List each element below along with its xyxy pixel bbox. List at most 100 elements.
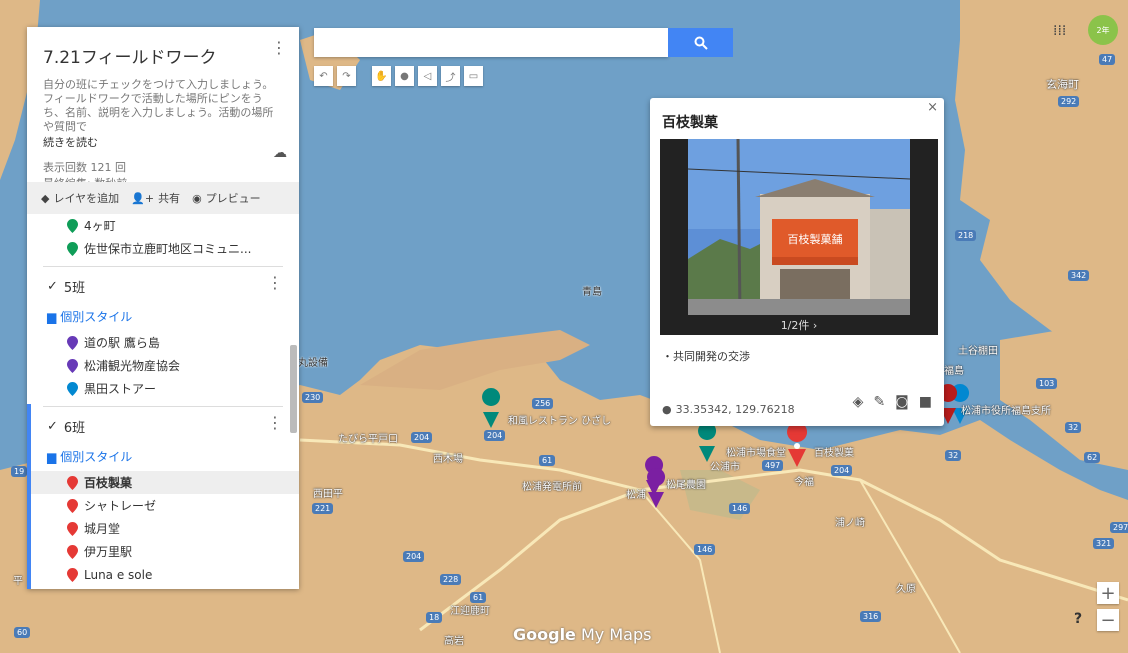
map-label: 公浦市 <box>710 462 740 473</box>
pin-icon <box>67 521 78 536</box>
list-item-selected[interactable]: 百枝製菓 <box>27 471 299 494</box>
route-shield: 256 <box>532 398 554 409</box>
layer-name: 6班 <box>63 421 86 436</box>
list-item[interactable]: 城月堂 <box>27 517 299 540</box>
route-shield: 146 <box>729 503 751 514</box>
route-shield: 297 <box>1110 522 1128 533</box>
map-title[interactable]: 7.21フィールドワーク <box>43 43 283 68</box>
more-options-icon[interactable]: ⋮ <box>271 40 287 56</box>
photo-pager[interactable]: 1/2件 › <box>660 317 938 333</box>
redo-icon[interactable]: ↷ <box>337 66 356 86</box>
map-label: 松尾農園 <box>666 480 706 491</box>
route-shield: 60 <box>14 627 31 638</box>
route-shield: 18 <box>426 612 443 623</box>
map-label: 西田平 <box>313 489 343 500</box>
layer-options-icon[interactable]: ⋮ <box>267 415 283 431</box>
delete-icon[interactable]: ■ <box>919 394 932 410</box>
draw-line-icon[interactable]: ◁ <box>418 66 437 86</box>
route-shield: 32 <box>945 450 962 461</box>
checkbox-checked-icon[interactable]: ✓ <box>47 279 58 294</box>
route-shield: 19 <box>11 466 28 477</box>
route-shield: 497 <box>762 460 784 471</box>
pin-icon <box>67 218 78 233</box>
svg-text:百枝製菓舗: 百枝製菓舗 <box>788 232 843 246</box>
route-shield: 228 <box>440 574 462 585</box>
route-shield: 342 <box>1068 270 1090 281</box>
paint-roller-icon: ▆ <box>47 309 57 324</box>
add-marker-icon[interactable]: ● <box>395 66 414 86</box>
map-label: たびら平戸口 <box>338 434 398 445</box>
list-item[interactable]: 4ヶ町 <box>27 214 299 237</box>
pin-icon <box>67 241 78 256</box>
map-label: 高岩 <box>444 636 464 647</box>
view-count: 表示回数 121 回 <box>43 161 126 174</box>
layer-options-icon[interactable]: ⋮ <box>267 275 283 291</box>
read-more-link[interactable]: 続きを読む <box>43 134 283 150</box>
route-shield: 61 <box>539 455 556 466</box>
undo-icon[interactable]: ↶ <box>314 66 333 86</box>
zoom-in-button[interactable]: + <box>1097 582 1119 604</box>
route-shield: 316 <box>860 611 882 622</box>
checkbox-checked-icon[interactable]: ✓ <box>47 419 58 434</box>
share-button[interactable]: 👤+ 共有 <box>131 190 180 206</box>
map-label: 松浦 <box>626 490 646 501</box>
map-label: 福島 <box>944 366 964 377</box>
individual-style-link[interactable]: ▆ 個別スタイル <box>47 308 299 325</box>
route-shield: 230 <box>302 392 324 403</box>
measure-icon[interactable]: ▭ <box>464 66 483 86</box>
route-shield: 32 <box>1065 422 1082 433</box>
map-label: 松浦発電所前 <box>522 482 582 493</box>
add-person-icon: 👤+ <box>131 191 155 205</box>
style-icon[interactable]: ◈ <box>853 394 864 410</box>
list-item[interactable]: 佐世保市立鹿町地区コミュニ... <box>27 237 299 260</box>
preview-button[interactable]: ◉ プレビュー <box>192 190 261 206</box>
pin-icon <box>67 544 78 559</box>
route-shield: 321 <box>1093 538 1115 549</box>
individual-style-link[interactable]: ▆ 個別スタイル <box>47 448 299 465</box>
list-item[interactable]: 道の駅 鷹ら島 <box>27 331 299 354</box>
hand-icon[interactable]: ✋ <box>372 66 391 86</box>
help-icon[interactable]: ? <box>1067 611 1089 633</box>
map-legend-panel: 7.21フィールドワーク ⋮ 自分の班にチェックをつけて入力しましょう。フィール… <box>27 27 299 589</box>
map-label: 浦ノ崎 <box>835 518 865 529</box>
close-icon[interactable]: × <box>927 100 938 115</box>
map-label: 百枝製菓 <box>814 448 854 459</box>
list-item[interactable]: 松浦観光物産協会 <box>27 354 299 377</box>
route-shield: 62 <box>1084 452 1101 463</box>
zoom-out-button[interactable]: − <box>1097 609 1119 631</box>
map-label: 和風レストラン ひざし <box>508 416 612 427</box>
list-item[interactable]: 黒田ストアー <box>27 377 299 400</box>
map-toolbar: ↶ ↷ ✋ ● ◁ ⤴ ▭ <box>314 66 483 86</box>
edit-icon[interactable]: ✎ <box>873 394 885 410</box>
map-label: 土谷棚田 <box>958 346 998 357</box>
list-item[interactable]: シャトレーゼ <box>27 494 299 517</box>
list-item[interactable]: Luna e sole <box>27 563 299 586</box>
camera-icon[interactable]: ◙ <box>895 394 909 410</box>
apps-grid-icon[interactable]: ⁞⁞⁞ <box>1053 23 1066 39</box>
map-label: 松浦市場食堂 <box>726 448 786 459</box>
route-shield: 103 <box>1036 378 1058 389</box>
coordinates: 33.35342, 129.76218 <box>675 403 795 416</box>
route-shield: 218 <box>955 230 977 241</box>
storefront-photo: 百枝製菓舗 <box>687 139 911 316</box>
layers-icon: ◆ <box>41 191 50 205</box>
cloud-sync-icon: ☁ <box>273 145 287 161</box>
pin-icon <box>67 358 78 373</box>
place-photo[interactable]: 百枝製菓舗 1/2件 › <box>660 139 938 335</box>
place-info-popup: × 百枝製菓 百枝製菓舗 1/2件 › ・共同開発の交渉 ◈ ✎ ◙ ■ ● 33… <box>650 98 944 426</box>
search-input[interactable] <box>314 28 668 57</box>
active-layer-indicator <box>27 404 31 589</box>
pin-icon <box>67 567 78 582</box>
search-button[interactable] <box>668 28 733 57</box>
route-shield: 221 <box>312 503 334 514</box>
avatar[interactable]: 2年 <box>1088 15 1118 45</box>
directions-icon[interactable]: ⤴ <box>441 66 460 86</box>
panel-scrollbar[interactable] <box>290 345 297 433</box>
add-layer-button[interactable]: ◆ レイヤを追加 <box>41 190 119 206</box>
place-description: ・共同開発の交渉 <box>662 350 750 363</box>
layer-header[interactable]: ✓ 5班 ⋮ <box>27 267 299 300</box>
route-shield: 61 <box>470 592 487 603</box>
pin-icon <box>67 475 78 490</box>
list-item[interactable]: 伊万里駅 <box>27 540 299 563</box>
layer-header[interactable]: ✓ 6班 ⋮ <box>27 407 299 440</box>
